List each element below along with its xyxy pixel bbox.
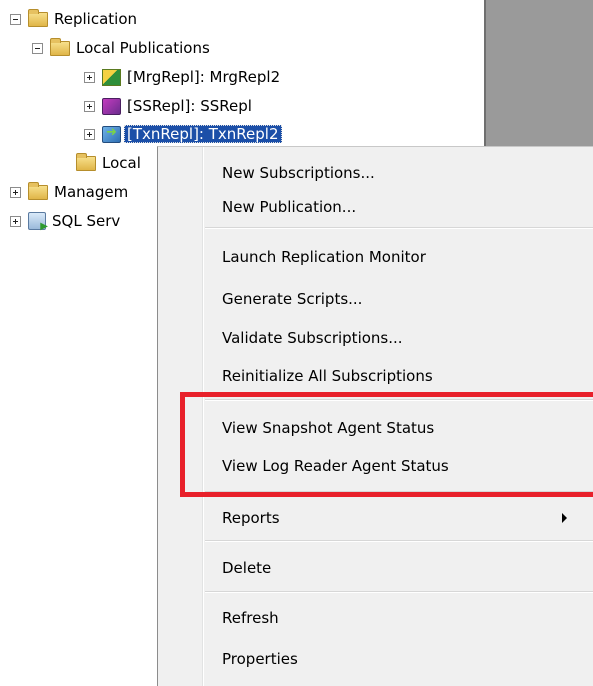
menu-item-reinitialize-all-subscriptions[interactable]: Reinitialize All Subscriptions (203, 361, 593, 391)
tree-label-local-publications: Local Publications (76, 39, 210, 57)
tree-label-sql-server-agent: SQL Serv (52, 212, 121, 230)
menu-separator (205, 540, 593, 542)
menu-item-reports[interactable]: Reports (203, 503, 593, 533)
menu-item-properties[interactable]: Properties (203, 644, 593, 674)
tree-node-transactional-publication[interactable]: [TxnRepl]: TxnRepl2 (84, 122, 282, 146)
menu-separator (205, 591, 593, 593)
menu-item-delete[interactable]: Delete (203, 553, 593, 583)
folder-icon (50, 37, 70, 56)
menu-item-generate-scripts[interactable]: Generate Scripts... (203, 284, 593, 314)
menu-item-label: View Log Reader Agent Status (222, 457, 449, 475)
menu-separator (205, 491, 593, 493)
tree-node-management[interactable]: Managem (10, 180, 128, 204)
menu-item-launch-replication-monitor[interactable]: Launch Replication Monitor (203, 242, 593, 272)
menu-item-label: View Snapshot Agent Status (222, 419, 435, 437)
sql-server-agent-icon (28, 212, 48, 232)
tree-node-replication[interactable]: Replication (10, 7, 137, 31)
background-panel (484, 0, 593, 150)
menu-separator (205, 399, 593, 401)
menu-icon-gutter (158, 147, 204, 686)
menu-item-label: Launch Replication Monitor (222, 248, 426, 266)
tree-label-management: Managem (54, 183, 129, 201)
tree-node-local-publications[interactable]: Local Publications (32, 36, 210, 60)
transactional-publication-icon (102, 125, 121, 143)
menu-item-refresh[interactable]: Refresh (203, 603, 593, 633)
expand-icon[interactable] (10, 186, 21, 198)
menu-item-label: New Publication... (222, 198, 357, 216)
folder-icon (28, 181, 48, 200)
tree-label-merge-publication: [MrgRepl]: MrgRepl2 (127, 68, 281, 86)
menu-item-label: Reports (222, 509, 280, 527)
menu-item-label: Reinitialize All Subscriptions (222, 367, 433, 385)
merge-publication-icon (102, 68, 121, 86)
folder-icon (76, 152, 96, 171)
tree-node-sql-server-agent[interactable]: SQL Serv (10, 209, 120, 233)
tree-node-merge-publication[interactable]: [MrgRepl]: MrgRepl2 (84, 65, 280, 89)
menu-item-validate-subscriptions[interactable]: Validate Subscriptions... (203, 323, 593, 353)
tree-label-replication: Replication (54, 10, 138, 28)
collapse-icon[interactable] (32, 42, 43, 54)
expand-icon[interactable] (84, 100, 95, 112)
menu-item-label: Validate Subscriptions... (222, 329, 403, 347)
tree-label-transactional-publication: [TxnRepl]: TxnRepl2 (124, 125, 282, 143)
expand-icon[interactable] (84, 71, 95, 83)
menu-item-new-publication[interactable]: New Publication... (203, 192, 593, 222)
expand-icon[interactable] (84, 128, 95, 140)
menu-item-label: Generate Scripts... (222, 290, 363, 308)
menu-item-label: New Subscriptions... (222, 164, 375, 182)
menu-item-view-log-reader-agent-status[interactable]: View Log Reader Agent Status (203, 451, 593, 481)
menu-item-label: Delete (222, 559, 272, 577)
tree-node-snapshot-publication[interactable]: [SSRepl]: SSRepl (84, 94, 252, 118)
submenu-arrow-icon (562, 513, 567, 523)
menu-separator (205, 227, 593, 229)
menu-item-label: Refresh (222, 609, 279, 627)
tree-label-snapshot-publication: [SSRepl]: SSRepl (127, 97, 252, 115)
tree-label-local-subscriptions: Local (102, 154, 141, 172)
expand-icon[interactable] (10, 215, 21, 227)
snapshot-publication-icon (102, 97, 121, 115)
menu-item-new-subscriptions[interactable]: New Subscriptions... (203, 158, 593, 188)
menu-item-view-snapshot-agent-status[interactable]: View Snapshot Agent Status (203, 413, 593, 443)
folder-icon (28, 8, 48, 27)
collapse-icon[interactable] (10, 13, 21, 25)
menu-item-label: Properties (222, 650, 298, 668)
tree-node-local-subscriptions[interactable]: Local (58, 151, 141, 175)
context-menu: New Subscriptions... New Publication... … (157, 146, 593, 686)
